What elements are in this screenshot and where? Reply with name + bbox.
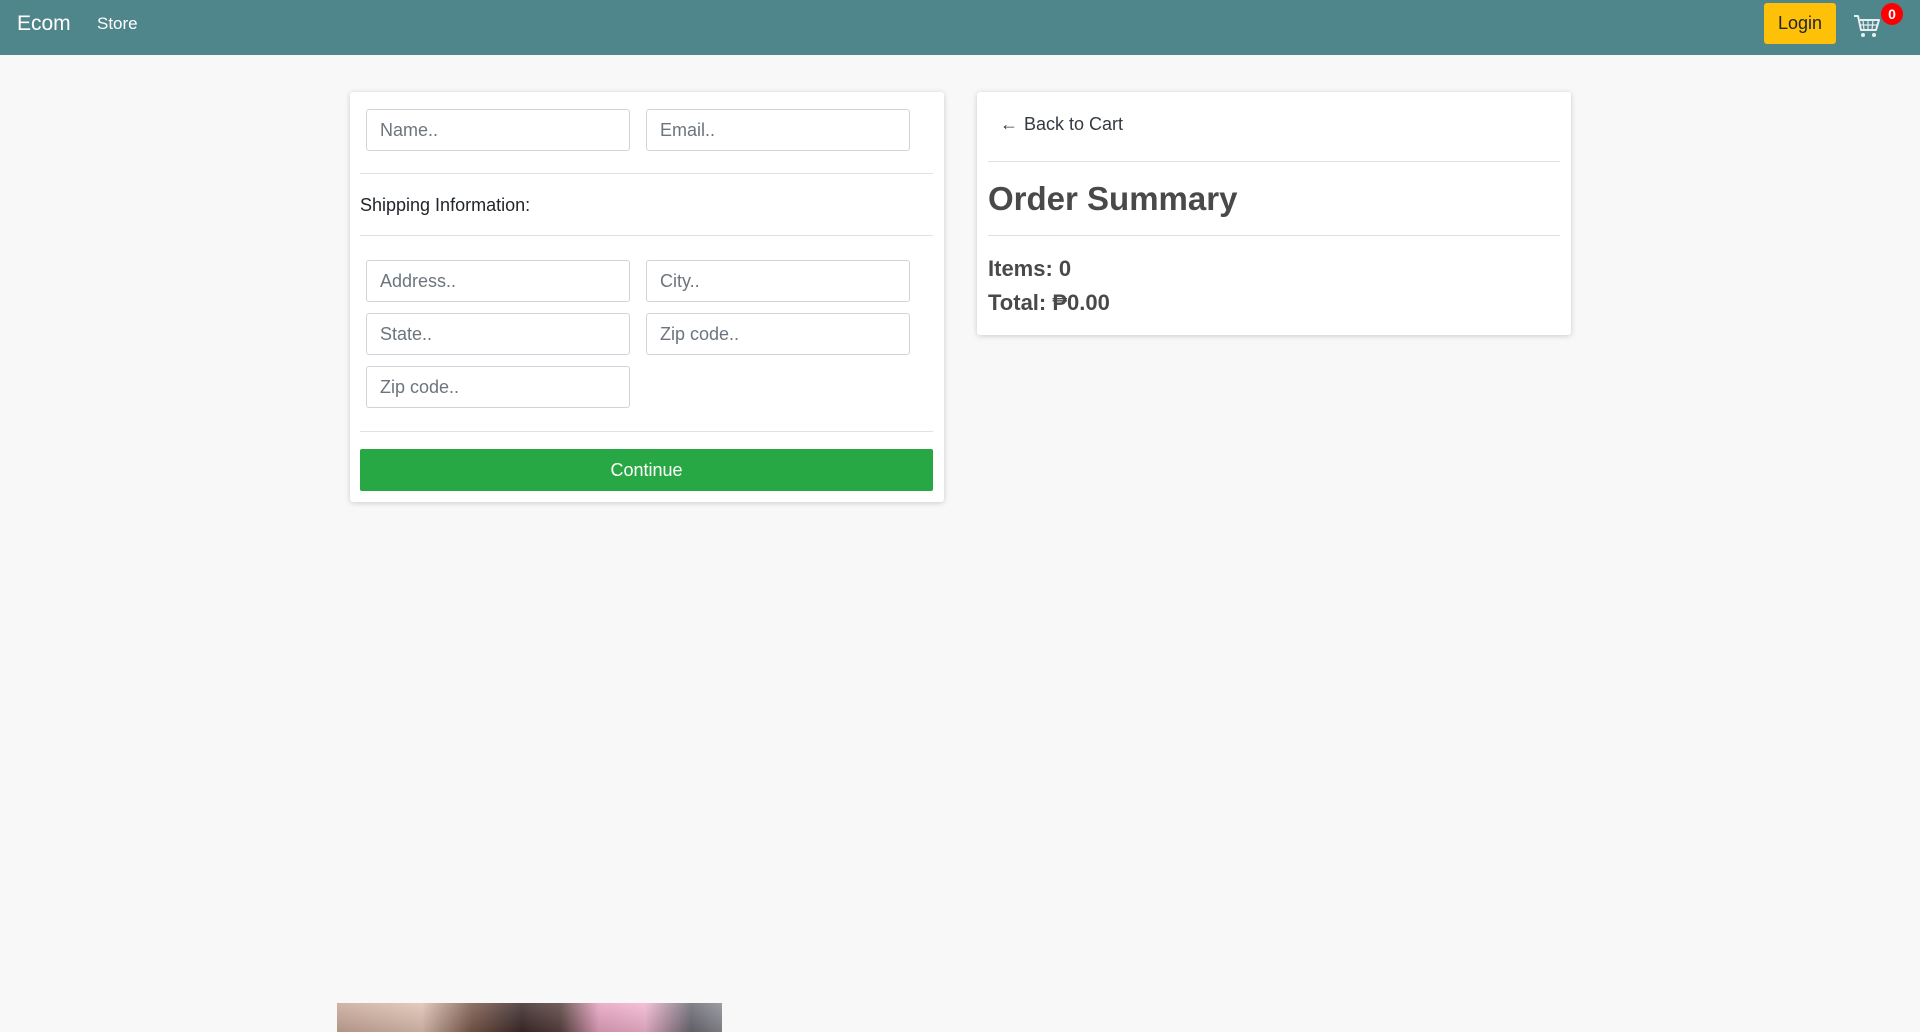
back-to-cart-label: Back to Cart	[1024, 114, 1124, 134]
order-summary-card: ← Back to Cart Order Summary Items: 0 To…	[977, 92, 1571, 335]
arrow-left-icon: ←	[1000, 114, 1018, 134]
product-image	[337, 1003, 722, 1032]
nav-link-store[interactable]: Store	[97, 14, 138, 34]
continue-button[interactable]: Continue	[360, 449, 933, 491]
back-to-cart-link[interactable]: ← Back to Cart	[1000, 114, 1123, 135]
items-count: Items: 0	[988, 256, 1072, 281]
checkout-form-card: Shipping Information: Continue	[350, 92, 944, 502]
name-input[interactable]	[366, 109, 630, 151]
summary-divider	[988, 161, 1560, 162]
brand-logo[interactable]: Ecom	[17, 12, 71, 36]
zip-code-input-2[interactable]	[366, 366, 630, 408]
address-input[interactable]	[366, 260, 630, 302]
city-input[interactable]	[646, 260, 910, 302]
top-navbar: Ecom Store Login 0	[0, 0, 1920, 55]
cart-count-badge: 0	[1881, 3, 1903, 25]
shipping-info-heading: Shipping Information:	[360, 195, 531, 215]
zip-code-input[interactable]	[646, 313, 910, 355]
login-button[interactable]: Login	[1764, 3, 1836, 44]
form-divider	[360, 431, 933, 432]
form-divider	[360, 173, 933, 174]
order-summary-title: Order Summary	[988, 180, 1238, 217]
state-input[interactable]	[366, 313, 630, 355]
email-input[interactable]	[646, 109, 910, 151]
cart-button[interactable]: 0	[1852, 3, 1903, 46]
form-divider	[360, 235, 933, 236]
image-shade	[337, 1003, 722, 1032]
order-total: Total: ₱0.00	[988, 290, 1110, 315]
summary-divider	[988, 235, 1560, 236]
cart-icon	[1854, 15, 1880, 37]
